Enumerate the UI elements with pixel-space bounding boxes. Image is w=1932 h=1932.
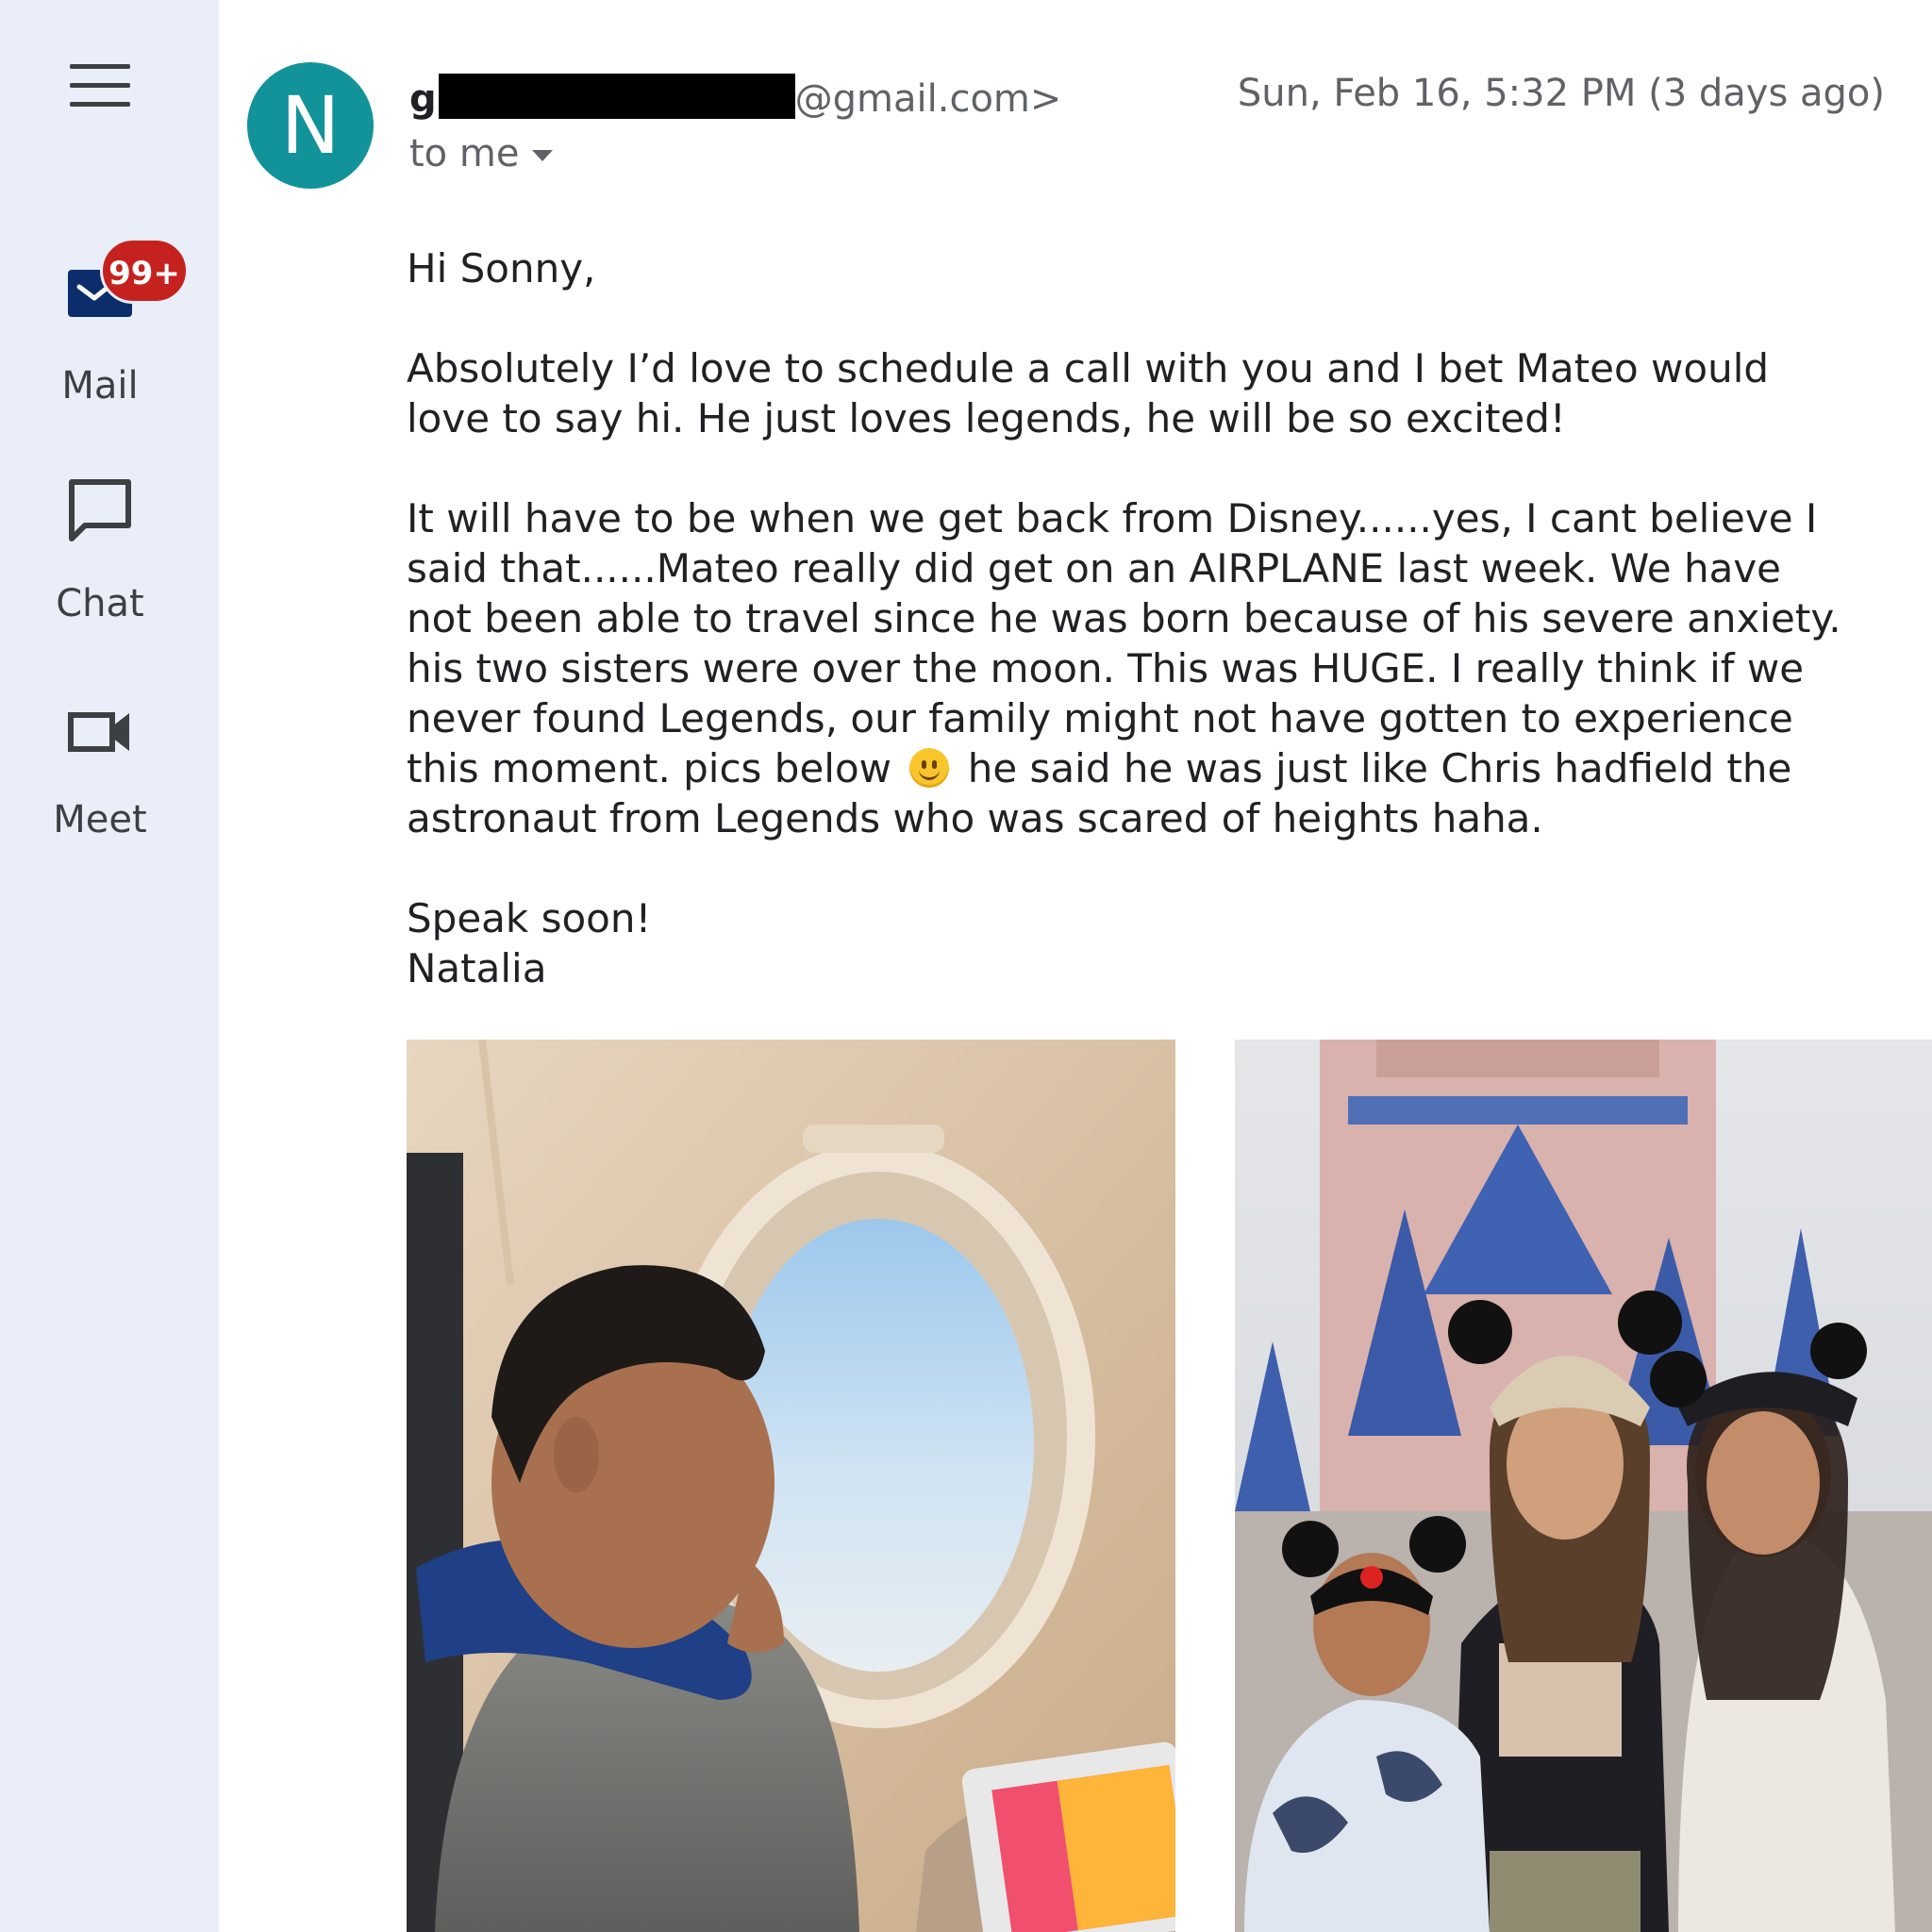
unread-count-badge: 99+	[100, 238, 189, 304]
nav-rail: Mail 99+ Chat Meet	[0, 0, 219, 1932]
hamburger-menu-icon[interactable]	[70, 64, 130, 108]
paragraph-2: It will have to be when we get back from…	[407, 493, 1845, 843]
sender-name: g	[409, 77, 437, 121]
attachment-photo-castle[interactable]	[1235, 1040, 1932, 1932]
nav-label-chat: Chat	[56, 582, 144, 625]
sender-domain: @gmail.com>	[794, 77, 1062, 121]
sender-address[interactable]: g @gmail.com>	[409, 74, 1061, 121]
caret-down-icon	[532, 150, 554, 161]
nav-item-chat[interactable]: Chat	[0, 476, 219, 632]
attachment-photo-airplane[interactable]	[407, 1040, 1175, 1932]
nav-label-meet: Meet	[53, 798, 147, 841]
nav-item-meet[interactable]: Meet	[0, 698, 219, 849]
greeting: Hi Sonny,	[407, 245, 596, 291]
email-body: Hi Sonny, Absolutely I’d love to schedul…	[407, 243, 1888, 993]
paragraph-1: Absolutely I’d love to schedule a call w…	[407, 345, 1770, 441]
email-date: Sun, Feb 16, 5:32 PM (3 days ago)	[1237, 72, 1885, 115]
sender-avatar[interactable]: N	[247, 62, 374, 189]
smiley-emoji-icon	[909, 748, 950, 788]
closing: Speak soon!	[407, 895, 652, 941]
redaction-bar	[438, 74, 795, 119]
recipient-label: to me	[409, 132, 520, 175]
recipient-details-toggle[interactable]: to me	[409, 132, 554, 175]
video-camera-icon	[68, 712, 129, 752]
signature: Natalia	[407, 945, 547, 991]
chat-icon	[69, 479, 131, 541]
nav-label-mail: Mail	[61, 364, 139, 408]
